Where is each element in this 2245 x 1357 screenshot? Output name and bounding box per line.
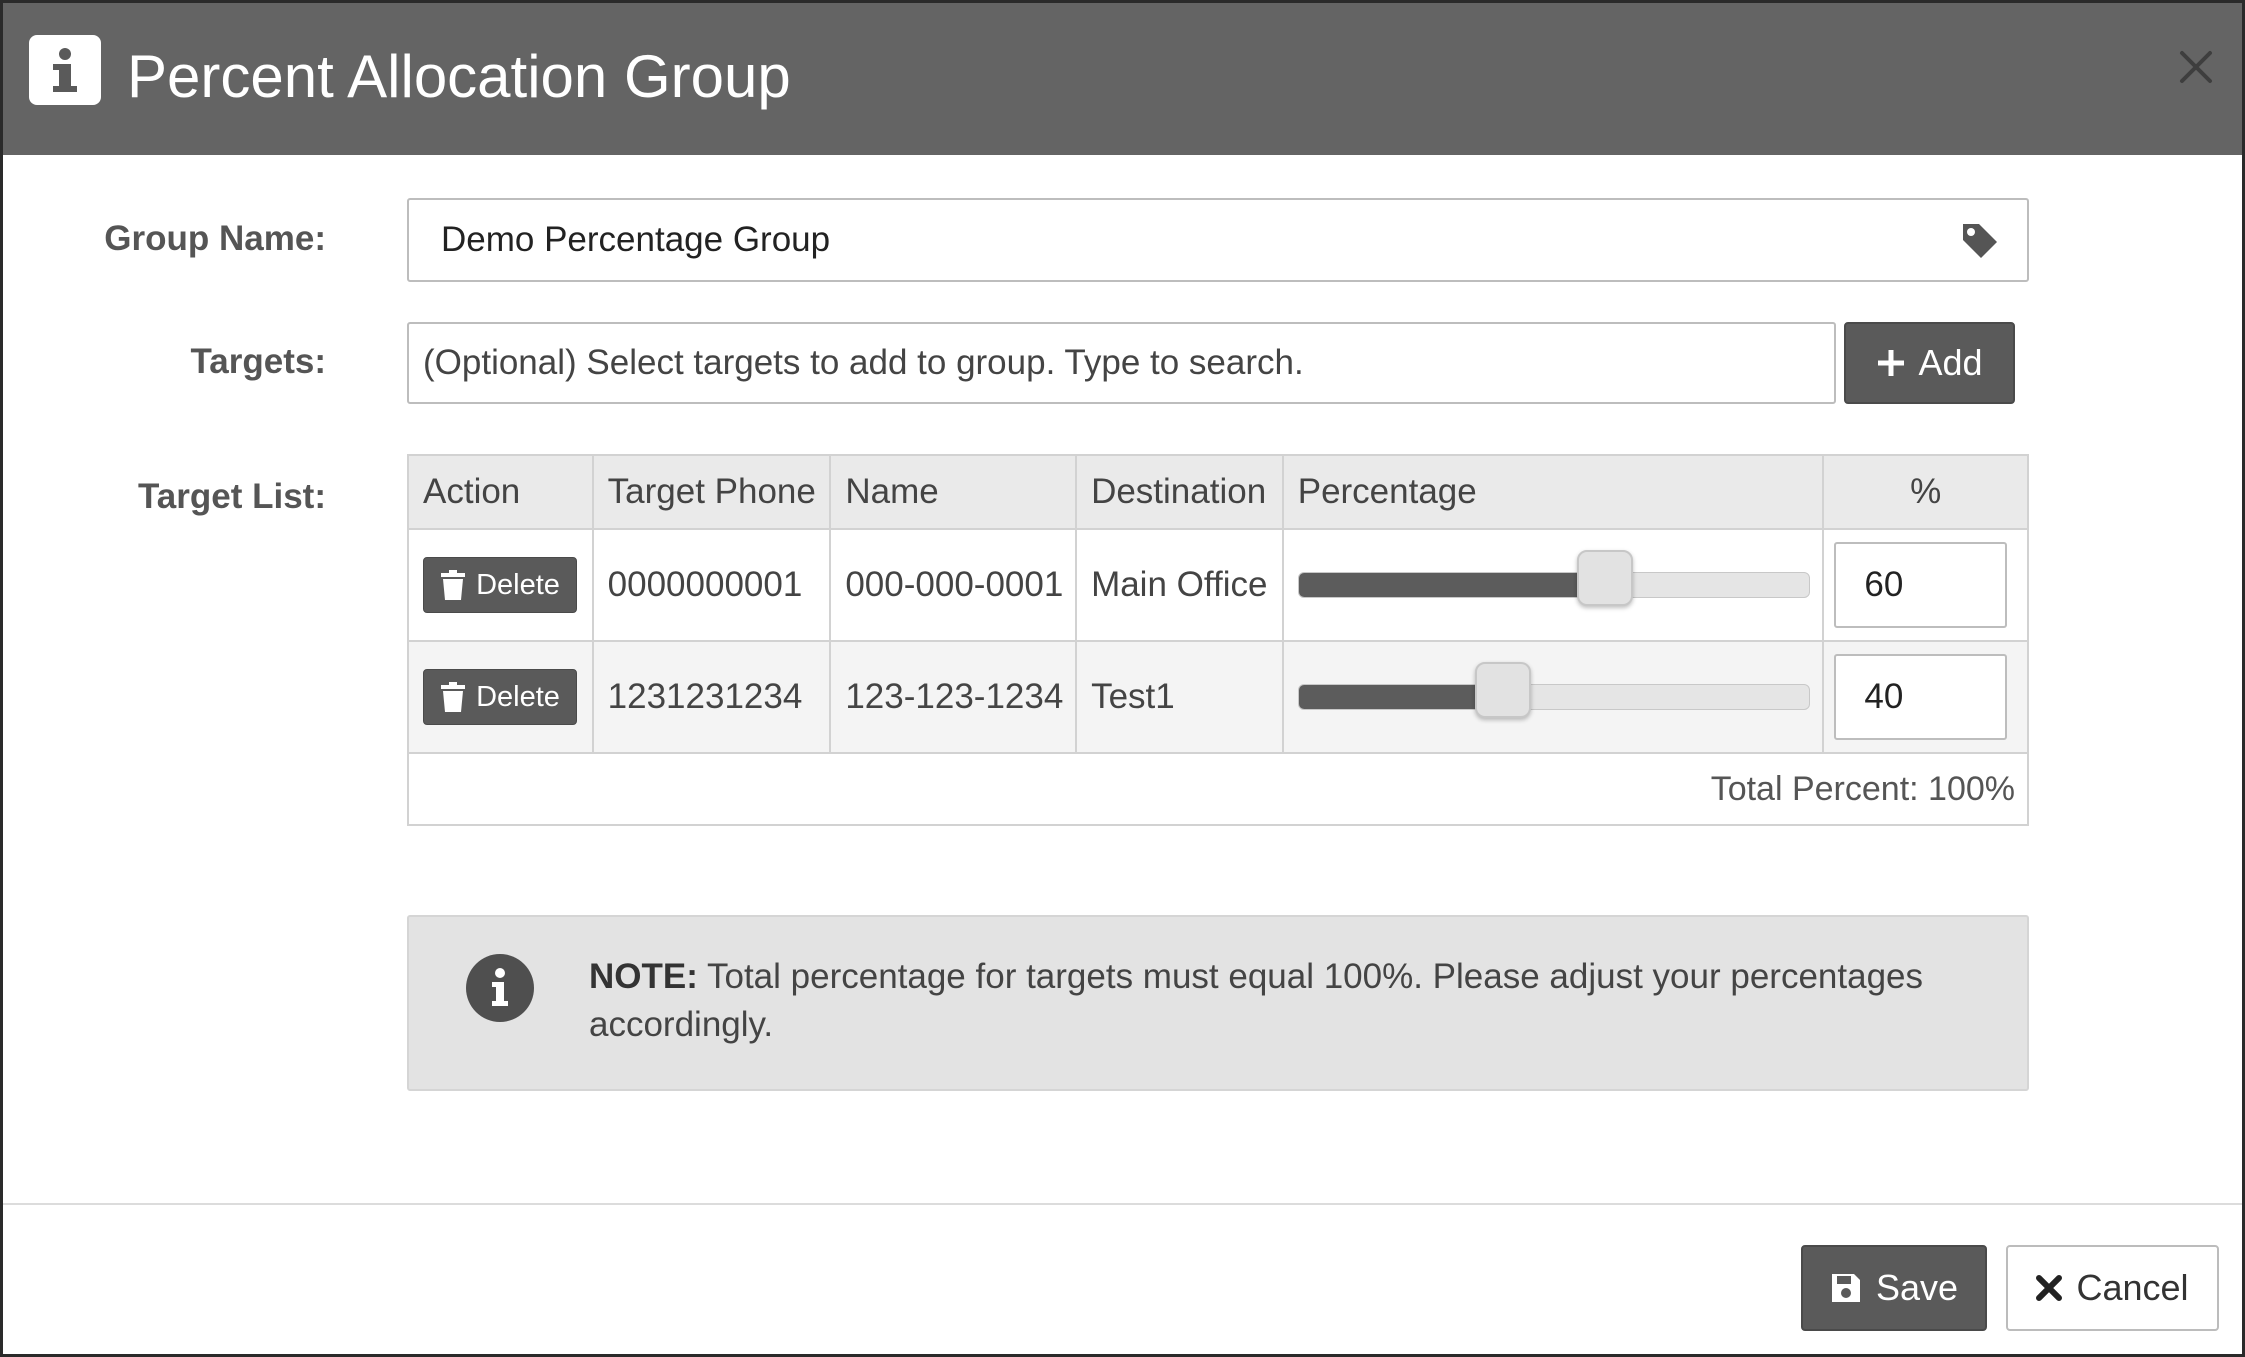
plus-icon: [1878, 350, 1905, 376]
delete-button-label: Delete: [476, 680, 560, 713]
slider-handle[interactable]: [1576, 550, 1633, 606]
dialog-header: Percent Allocation Group: [3, 3, 2242, 155]
save-icon: [1831, 1274, 1860, 1302]
percent-input[interactable]: 60: [1834, 542, 2008, 628]
delete-button[interactable]: Delete: [423, 557, 577, 613]
name-cell: 000-000-0001: [829, 528, 1078, 642]
targets-search-input[interactable]: (Optional) Select targets to add to grou…: [407, 322, 1836, 404]
group-name-value: Demo Percentage Group: [441, 220, 831, 259]
close-icon[interactable]: [2176, 47, 2216, 87]
footer-divider: [3, 1203, 2242, 1205]
add-target-button[interactable]: Add: [1844, 322, 2015, 404]
percent-allocation-dialog: Percent Allocation Group Group Name: Dem…: [0, 0, 2245, 1357]
table-row: Delete 1231231234 123-123-1234 Test1 40: [407, 640, 2029, 754]
note-prefix: NOTE:: [589, 957, 698, 996]
info-icon: [29, 35, 101, 105]
action-cell: Delete: [407, 528, 594, 642]
cancel-button-label: Cancel: [2076, 1267, 2189, 1308]
total-percent: Total Percent: 100%: [407, 752, 2029, 826]
name-cell: 123-123-1234: [829, 640, 1078, 754]
slider-track: [1297, 572, 1810, 598]
trash-icon: [441, 682, 466, 712]
group-name-input[interactable]: Demo Percentage Group: [407, 198, 2029, 282]
tag-icon: [1959, 220, 2001, 262]
percent-input-cell: 60: [1822, 528, 2029, 642]
group-name-label: Group Name:: [104, 219, 326, 258]
slider-handle[interactable]: [1474, 662, 1531, 718]
column-header-destination: Destination: [1075, 454, 1284, 530]
dialog-title: Percent Allocation Group: [127, 43, 791, 110]
target-phone-cell: 1231231234: [591, 640, 832, 754]
trash-icon: [441, 570, 466, 600]
column-header-action: Action: [407, 454, 594, 530]
targets-placeholder: (Optional) Select targets to add to grou…: [423, 343, 1304, 382]
info-circle-icon: [465, 953, 535, 1023]
note-box: NOTE: Total percentage for targets must …: [407, 915, 2029, 1091]
percent-input-cell: 40: [1822, 640, 2029, 754]
slider-track: [1297, 684, 1810, 710]
action-cell: Delete: [407, 640, 594, 754]
delete-button-label: Delete: [476, 568, 560, 601]
target-list-label: Target List:: [138, 477, 326, 516]
save-button-label: Save: [1875, 1267, 1959, 1308]
note-text: NOTE: Total percentage for targets must …: [589, 953, 1979, 1049]
column-header-target-phone: Target Phone: [591, 454, 832, 530]
cancel-button[interactable]: Cancel: [2006, 1245, 2219, 1331]
table-total-row: Total Percent: 100%: [407, 752, 2029, 826]
table-row: Delete 0000000001 000-000-0001 Main Offi…: [407, 528, 2029, 642]
add-button-label: Add: [1918, 342, 1983, 383]
column-header-percentage: Percentage: [1281, 454, 1825, 530]
target-table: Action Target Phone Name Destination Per…: [407, 454, 2029, 826]
slider-fill: [1298, 573, 1605, 597]
targets-label: Targets:: [190, 342, 327, 381]
save-button[interactable]: Save: [1801, 1245, 1987, 1331]
x-icon: [2036, 1275, 2063, 1301]
table-header-row: Action Target Phone Name Destination Per…: [407, 454, 2029, 530]
percentage-slider[interactable]: [1297, 550, 1810, 606]
column-header-percent: %: [1822, 454, 2029, 530]
percent-input[interactable]: 40: [1834, 654, 2008, 740]
delete-button[interactable]: Delete: [423, 669, 577, 725]
slider-fill: [1298, 685, 1503, 709]
percentage-slider-cell: [1281, 528, 1825, 642]
destination-cell: Test1: [1075, 640, 1284, 754]
note-message: Total percentage for targets must equal …: [589, 957, 1923, 1044]
percentage-slider[interactable]: [1297, 662, 1810, 718]
percentage-slider-cell: [1281, 640, 1825, 754]
target-phone-cell: 0000000001: [591, 528, 832, 642]
percent-value: 60: [1864, 565, 1904, 604]
percent-value: 40: [1864, 677, 1904, 716]
destination-cell: Main Office: [1075, 528, 1284, 642]
column-header-name: Name: [829, 454, 1078, 530]
